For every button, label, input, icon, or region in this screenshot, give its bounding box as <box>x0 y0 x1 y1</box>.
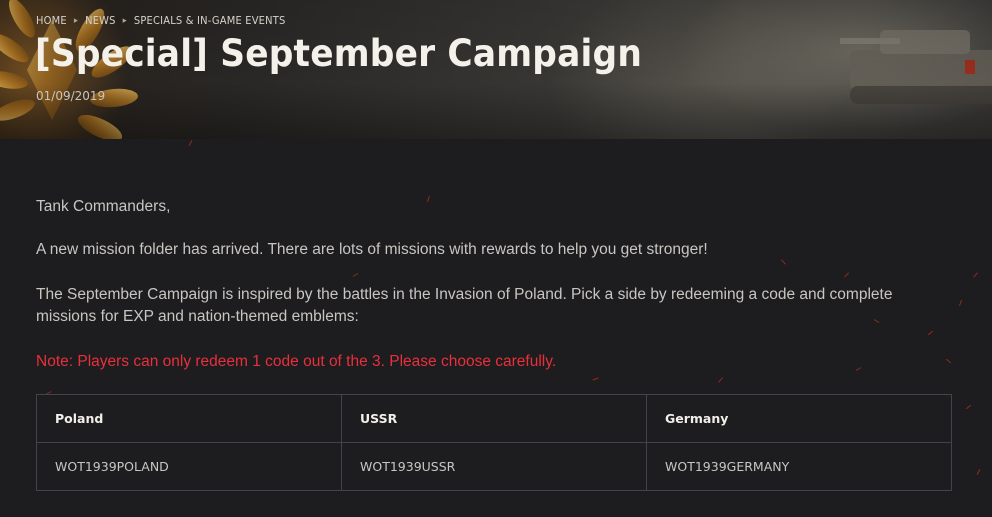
header-poland: Poland <box>36 394 342 443</box>
breadcrumb-home[interactable]: HOME <box>36 14 67 27</box>
ember <box>976 469 981 475</box>
breadcrumb-specials[interactable]: SPECIALS & IN-GAME EVENTS <box>134 14 286 27</box>
greeting-text: Tank Commanders, <box>36 198 171 215</box>
ember <box>945 358 952 364</box>
chevron-right-icon: ▸ <box>122 15 127 26</box>
chevron-right-icon: ▸ <box>73 15 79 26</box>
table-row: WOT1939POLAND WOT1939USSR WOT1939GERMANY <box>36 442 952 491</box>
table-header-row: Poland USSR Germany <box>36 394 952 443</box>
description-paragraph: The September Campaign is inspired by th… <box>36 286 893 325</box>
intro-paragraph: A new mission folder has arrived. There … <box>36 241 708 258</box>
breadcrumb: HOME ▸ NEWS ▸ SPECIALS & IN-GAME EVENTS <box>36 14 285 27</box>
header-ussr: USSR <box>341 394 647 443</box>
hero-banner: HOME ▸ NEWS ▸ SPECIALS & IN-GAME EVENTS … <box>0 0 992 139</box>
ember <box>718 377 723 383</box>
breadcrumb-news[interactable]: NEWS <box>85 14 116 27</box>
header-germany: Germany <box>646 394 952 443</box>
warning-note: Note: Players can only redeem 1 code out… <box>36 353 557 370</box>
ember <box>427 196 430 202</box>
code-poland: WOT1939POLAND <box>36 442 342 491</box>
page-title: [Special] September Campaign <box>35 32 643 75</box>
code-germany: WOT1939GERMANY <box>646 442 952 491</box>
ember <box>781 259 786 265</box>
ember <box>959 300 962 306</box>
ember <box>927 330 934 336</box>
publish-date: 01/09/2019 <box>36 89 106 103</box>
ember <box>188 140 193 146</box>
ember <box>844 272 849 278</box>
code-ussr: WOT1939USSR <box>341 442 647 491</box>
ember <box>965 404 972 410</box>
codes-table: Poland USSR Germany WOT1939POLAND WOT193… <box>36 394 952 491</box>
ember <box>352 273 359 277</box>
ember <box>973 272 978 278</box>
ember <box>855 367 862 371</box>
ember <box>592 377 599 381</box>
